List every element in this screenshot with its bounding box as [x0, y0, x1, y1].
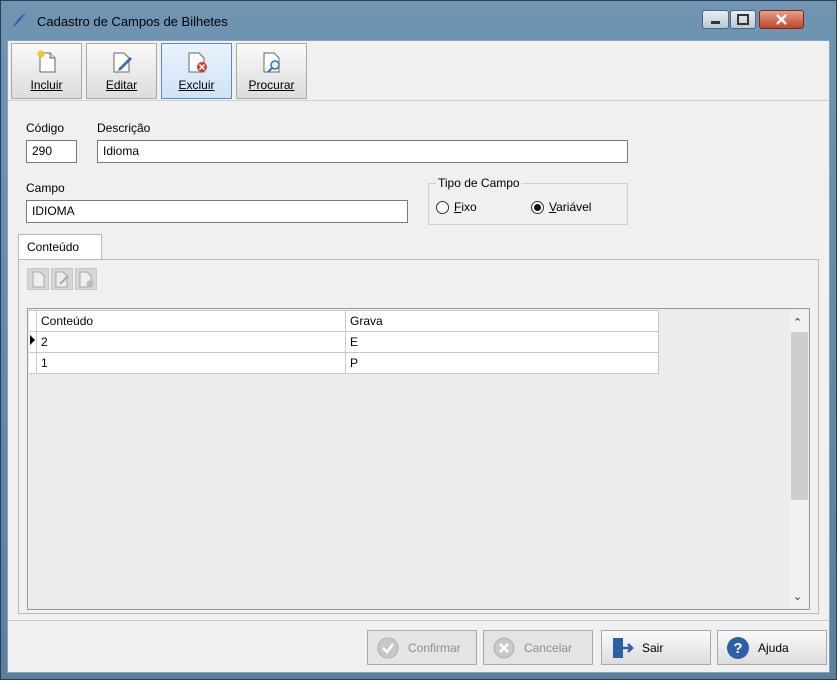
variavel-radio[interactable]	[531, 201, 544, 214]
exit-door-icon	[613, 638, 634, 658]
row-indicator	[29, 352, 37, 374]
incluir-label: Incluir	[30, 78, 63, 92]
search-document-icon	[263, 52, 280, 73]
cell-grava[interactable]: P	[345, 352, 659, 374]
maximize-button[interactable]	[730, 10, 756, 29]
scroll-up-icon[interactable]: ⌃	[793, 316, 802, 329]
title-bar[interactable]: Cadastro de Campos de Bilhetes	[1, 1, 836, 39]
campo-label: Campo	[26, 181, 65, 195]
grid-scrollbar[interactable]: ⌃ ⌄	[790, 310, 808, 608]
grid-header-row: Conteúdo Grava	[29, 310, 659, 332]
cell-conteudo[interactable]: 1	[36, 352, 346, 374]
close-button[interactable]	[759, 10, 804, 29]
sair-button[interactable]: Sair	[601, 630, 711, 665]
column-header-conteudo[interactable]: Conteúdo	[36, 310, 346, 332]
toolbar-divider	[8, 100, 829, 101]
delete-document-icon	[188, 52, 207, 73]
editar-label: Editar	[105, 78, 138, 92]
grid-delete-button[interactable]	[75, 268, 97, 290]
cancelar-button[interactable]: Cancelar	[483, 630, 593, 665]
editar-button[interactable]: Editar	[86, 43, 157, 99]
descricao-label: Descrição	[97, 121, 151, 135]
edit-document-icon	[55, 271, 69, 288]
new-document-icon	[32, 271, 45, 288]
confirmar-button[interactable]: Confirmar	[367, 630, 477, 665]
client-area: Incluir Editar Excluir Procurar Código 2…	[7, 40, 830, 673]
incluir-button[interactable]: Incluir	[11, 43, 82, 99]
scroll-thumb[interactable]	[791, 332, 808, 500]
conteudo-grid: Conteúdo Grava 2 E 1 P ⌃ ⌄	[27, 308, 810, 610]
cancelar-label: Cancelar	[524, 641, 573, 655]
tipo-de-campo-label: Tipo de Campo	[436, 176, 522, 190]
row-indicator-header	[29, 310, 37, 332]
edit-document-icon	[113, 52, 132, 73]
row-pointer-icon	[30, 335, 35, 345]
descricao-field[interactable]: Idioma	[97, 140, 628, 163]
tab-conteudo-label: Conteúdo	[27, 240, 80, 254]
help-icon: ?	[727, 637, 749, 659]
confirmar-label: Confirmar	[408, 641, 461, 655]
footer-divider	[8, 620, 829, 621]
delete-document-icon	[79, 271, 94, 288]
maximize-icon	[737, 14, 749, 25]
close-icon	[776, 14, 787, 25]
procurar-button[interactable]: Procurar	[236, 43, 307, 99]
cell-grava[interactable]: E	[345, 331, 659, 353]
codigo-label: Código	[26, 121, 65, 135]
cancel-circle-icon	[493, 637, 515, 659]
fixo-label: Fixo	[454, 200, 477, 214]
ajuda-button[interactable]: ? Ajuda	[717, 630, 827, 665]
campo-field[interactable]: IDIOMA	[26, 200, 408, 223]
sair-label: Sair	[642, 641, 664, 655]
table-row[interactable]: 1 P	[29, 352, 659, 374]
minimize-button[interactable]	[702, 10, 729, 29]
variavel-label: Variável	[549, 200, 592, 214]
check-circle-icon	[377, 637, 399, 659]
svg-text:?: ?	[733, 640, 742, 657]
column-header-grava[interactable]: Grava	[345, 310, 659, 332]
cell-conteudo[interactable]: 2	[36, 331, 346, 353]
excluir-button[interactable]: Excluir	[161, 43, 232, 99]
ajuda-label: Ajuda	[758, 641, 789, 655]
window-title: Cadastro de Campos de Bilhetes	[37, 14, 228, 29]
app-window: Cadastro de Campos de Bilhetes Incluir E…	[0, 0, 837, 680]
scroll-down-icon[interactable]: ⌄	[793, 590, 802, 603]
fixo-radio[interactable]	[436, 201, 449, 214]
tab-conteudo[interactable]: Conteúdo	[18, 234, 102, 260]
grid-table: Conteúdo Grava 2 E 1 P	[29, 310, 659, 374]
new-document-icon	[37, 50, 55, 73]
minimize-icon	[711, 21, 720, 24]
table-row[interactable]: 2 E	[29, 331, 659, 353]
grid-edit-button[interactable]	[51, 268, 73, 290]
procurar-label: Procurar	[248, 78, 295, 92]
conteudo-panel: Conteúdo Grava 2 E 1 P ⌃ ⌄	[18, 259, 819, 614]
current-row-indicator	[29, 331, 37, 353]
grid-add-button[interactable]	[27, 268, 49, 290]
excluir-label: Excluir	[178, 78, 215, 92]
quill-icon	[13, 13, 26, 27]
codigo-field[interactable]: 290	[26, 140, 77, 163]
